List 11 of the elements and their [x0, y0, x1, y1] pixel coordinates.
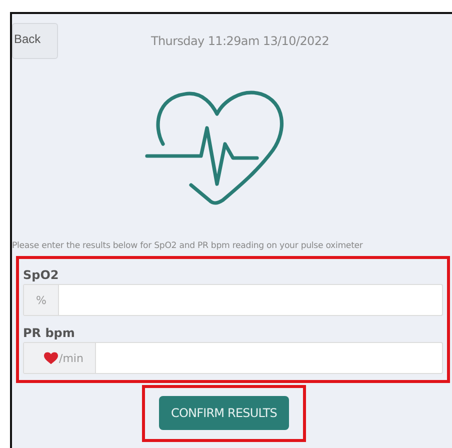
heart-icon: [44, 352, 58, 364]
back-button[interactable]: Back: [12, 23, 58, 59]
input-field[interactable]: %: [23, 284, 443, 316]
instruction-text: Please enter the results below for SpO2 and PR bpm reading on your pulse oximeter: [12, 241, 364, 251]
field-label: PR bpm: [23, 325, 76, 342]
confirm-results-button[interactable]: CONFIRM RESULTS: [158, 396, 290, 430]
date-time: Thursday 11:29am 13/10/2022: [150, 34, 330, 48]
field-label: SpO2: [23, 267, 60, 284]
input-field[interactable]: /min: [23, 342, 443, 374]
unit-label: /min: [59, 352, 84, 364]
unit-label: %: [36, 294, 46, 306]
